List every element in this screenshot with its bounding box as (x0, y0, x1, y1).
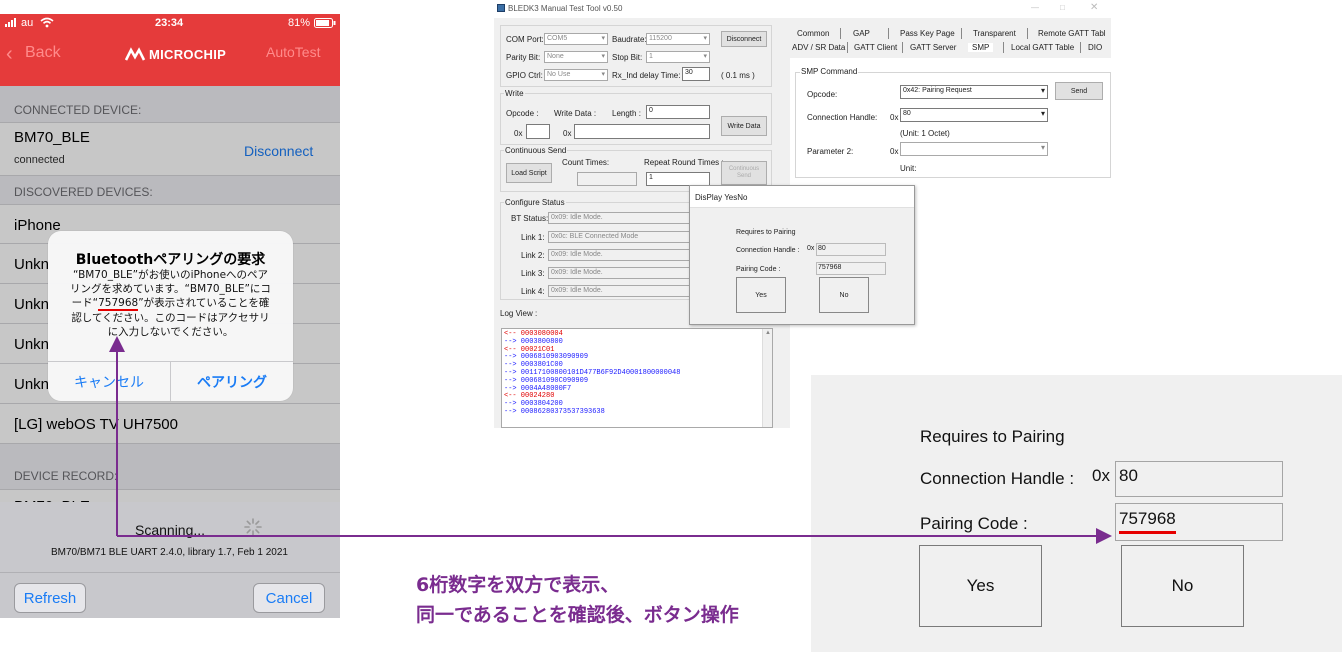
annotation-caption: 6桁数字を双方で表示、 同一であることを確認後、ボタン操作 (416, 570, 739, 630)
caption-line: 同一であることを確認後、ボタン操作 (416, 604, 739, 626)
annotation-arrows (109, 336, 1112, 544)
caption-line: 6桁数字を双方で表示、 (416, 574, 620, 596)
composite-canvas: au 23:34 81% ‹ Back MICROCHIP AutoTest C… (0, 0, 1342, 652)
